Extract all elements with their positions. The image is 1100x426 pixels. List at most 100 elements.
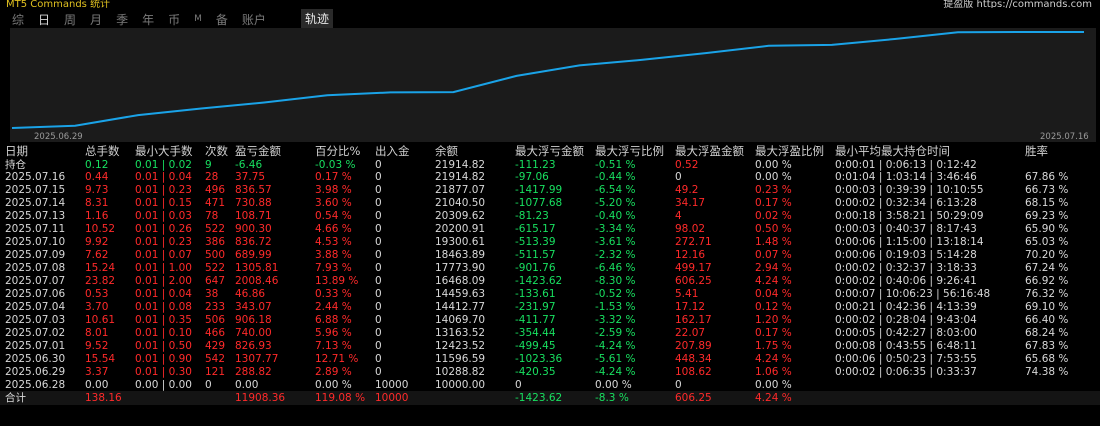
tab-1[interactable]: 日 [36, 10, 52, 29]
cell-deposit: 0 [375, 326, 382, 339]
cell-win-rate: 69.10 % [1025, 300, 1069, 313]
cell-min-max-lots: 0.01 | 0.26 [135, 223, 192, 236]
cell-min-max-lots: 0.01 | 0.03 [135, 210, 192, 223]
total-row[interactable]: 合计 138.16 11908.36 119.08 % 10000 -1423.62 -8.… [0, 391, 1100, 406]
cell-max-float-profit-pct: 0.00 % [755, 158, 792, 171]
cell-balance: 19300.61 [435, 236, 486, 249]
cell-percent: 4.66 % [315, 223, 352, 236]
cell-date: 持仓 [5, 158, 26, 171]
cell-percent: -0.03 % [315, 158, 356, 171]
table-row[interactable]: 2025.07.14 8.31 0.01 | 0.15 471 730.88 3.60 %… [0, 196, 1100, 210]
cell-max-float-profit-pct: 0.00 % [755, 378, 792, 391]
app-title: MT5 Commands 统计 [6, 0, 111, 8]
cell-count: 496 [205, 184, 226, 197]
tab-7[interactable]: M [192, 13, 204, 25]
cell-max-float-loss: -420.35 [515, 365, 556, 378]
table-row[interactable]: 持仓 0.12 0.01 | 0.02 9 -6.46 -0.03 % 0 21914.82 -… [0, 158, 1100, 172]
cell-win-rate: 76.32 % [1025, 288, 1069, 300]
cell-max-float-loss: -97.06 [515, 171, 549, 184]
cell-date: 2025.07.13 [5, 210, 66, 223]
tab-6[interactable]: 币 [166, 10, 182, 29]
cell-max-float-profit: 34.17 [675, 197, 706, 210]
cell-deposit: 0 [375, 262, 382, 275]
cell-max-float-loss: -231.97 [515, 300, 556, 313]
header-max-float-loss-pct: 最大浮亏比例 [595, 144, 664, 158]
period-tabs: 综日周月季年币 M 备账户 轨迹 [10, 9, 334, 29]
cell-deposit: 10000 [375, 392, 409, 405]
cell-percent: 3.88 % [315, 249, 352, 262]
cell-max-float-profit: 17.12 [675, 300, 706, 313]
table-row[interactable]: 2025.07.01 9.52 0.01 | 0.50 429 826.93 7.13 %… [0, 339, 1100, 353]
cell-balance: 21914.82 [435, 171, 486, 184]
table-row[interactable]: 2025.07.08 15.24 0.01 | 1.00 522 1305.81 7.93… [0, 261, 1100, 275]
table-row[interactable]: 2025.07.13 1.16 0.01 | 0.03 78 108.71 0.54 % 0… [0, 209, 1100, 223]
cell-max-float-loss-pct: 0.00 % [595, 378, 632, 391]
tab-9[interactable]: 账户 [240, 10, 268, 29]
cell-win-rate: 70.20 % [1025, 249, 1069, 262]
tab-track[interactable]: 轨迹 [301, 9, 334, 28]
cell-max-float-loss-pct: -2.59 % [595, 326, 636, 339]
table-row[interactable]: 2025.07.07 23.82 0.01 | 2.00 647 2008.46 13.8… [0, 274, 1100, 288]
cell-max-float-profit-pct: 0.23 % [755, 184, 792, 197]
table-row[interactable]: 2025.07.10 9.92 0.01 | 0.23 386 836.72 4.53 %… [0, 235, 1100, 249]
table-row[interactable]: 2025.06.30 15.54 0.01 | 0.90 542 1307.77 12.7… [0, 352, 1100, 366]
cell-percent: 0.33 % [315, 288, 352, 300]
cell-percent: 7.13 % [315, 339, 352, 352]
cell-hold-time: 0:00:03 | 0:39:39 | 10:10:55 [835, 184, 984, 197]
cell-balance: 21877.07 [435, 184, 486, 197]
header-count: 次数 [205, 144, 228, 158]
cell-pnl: 836.72 [235, 236, 272, 249]
cell-hold-time: 0:00:21 | 0:42:36 | 4:13:39 [835, 300, 977, 313]
cell-deposit: 0 [375, 300, 382, 313]
tab-3[interactable]: 月 [88, 10, 104, 29]
cell-max-float-profit: 272.71 [675, 236, 712, 249]
cell-max-float-loss-pct: -0.52 % [595, 288, 636, 300]
tab-4[interactable]: 季 [114, 10, 130, 29]
table-row[interactable]: 2025.07.09 7.62 0.01 | 0.07 500 689.99 3.88 %… [0, 248, 1100, 262]
cell-pnl: 906.18 [235, 313, 272, 326]
cell-percent: 0.54 % [315, 210, 352, 223]
cell-max-float-profit: 448.34 [675, 352, 712, 365]
cell-min-max-lots: 0.01 | 0.23 [135, 236, 192, 249]
header-hold-time: 最小平均最大持仓时间 [835, 144, 950, 158]
cell-percent: 119.08 % [315, 392, 366, 405]
app-link[interactable]: 提盈版 https://commands.com [943, 0, 1092, 8]
cell-max-float-loss-pct: -4.24 % [595, 339, 636, 352]
cell-total-lots: 138.16 [85, 392, 122, 405]
cell-count: 0 [205, 378, 212, 391]
cell-count: 233 [205, 300, 226, 313]
table-row[interactable]: 2025.07.03 10.61 0.01 | 0.35 506 906.18 6.88 … [0, 313, 1100, 327]
tab-0[interactable]: 综 [10, 10, 26, 29]
cell-percent: 5.96 % [315, 326, 352, 339]
cell-max-float-loss: -1077.68 [515, 197, 563, 210]
table-row[interactable]: 2025.07.06 0.53 0.01 | 0.04 38 46.86 0.33 % 0 1… [0, 287, 1100, 301]
cell-date: 2025.07.02 [5, 326, 66, 339]
cell-total-lots: 0.12 [85, 158, 109, 171]
tab-5[interactable]: 年 [140, 10, 156, 29]
cell-win-rate: 68.24 % [1025, 326, 1069, 339]
cell-max-float-loss: -615.17 [515, 223, 556, 236]
cell-win-rate: 65.03 % [1025, 236, 1069, 249]
cell-count: 78 [205, 210, 219, 223]
table-row[interactable]: 2025.06.29 3.37 0.01 | 0.30 121 288.82 2.89 %… [0, 365, 1100, 379]
cell-max-float-profit-pct: 0.07 % [755, 249, 792, 262]
tab-8[interactable]: 备 [214, 10, 230, 29]
cell-min-max-lots: 0.01 | 0.15 [135, 197, 192, 210]
table-row[interactable]: 2025.07.15 9.73 0.01 | 0.23 496 836.57 3.98 %… [0, 183, 1100, 197]
cell-balance: 10000.00 [435, 378, 486, 391]
cell-max-float-profit-pct: 0.50 % [755, 223, 792, 236]
cell-min-max-lots: 0.01 | 0.07 [135, 249, 192, 262]
cell-date: 2025.07.08 [5, 262, 66, 275]
table-row[interactable]: 2025.07.04 3.70 0.01 | 0.08 233 343.07 2.44 %… [0, 300, 1100, 314]
table-row[interactable]: 2025.07.02 8.01 0.01 | 0.10 466 740.00 5.96 %… [0, 326, 1100, 340]
cell-deposit: 0 [375, 210, 382, 223]
cell-max-float-loss-pct: -2.32 % [595, 249, 636, 262]
cell-win-rate: 69.23 % [1025, 210, 1069, 223]
table-row[interactable]: 2025.07.16 0.44 0.01 | 0.04 28 37.75 0.17 % 0 2… [0, 170, 1100, 184]
tab-2[interactable]: 周 [62, 10, 78, 29]
cell-count: 121 [205, 365, 226, 378]
cell-deposit: 0 [375, 288, 382, 300]
table-row[interactable]: 2025.06.28 0.00 0.00 | 0.00 0 0.00 0.00 % 1000… [0, 378, 1100, 392]
table-row[interactable]: 2025.07.11 10.52 0.01 | 0.26 522 900.30 4.66 … [0, 222, 1100, 236]
cell-max-float-profit: 49.2 [675, 184, 699, 197]
